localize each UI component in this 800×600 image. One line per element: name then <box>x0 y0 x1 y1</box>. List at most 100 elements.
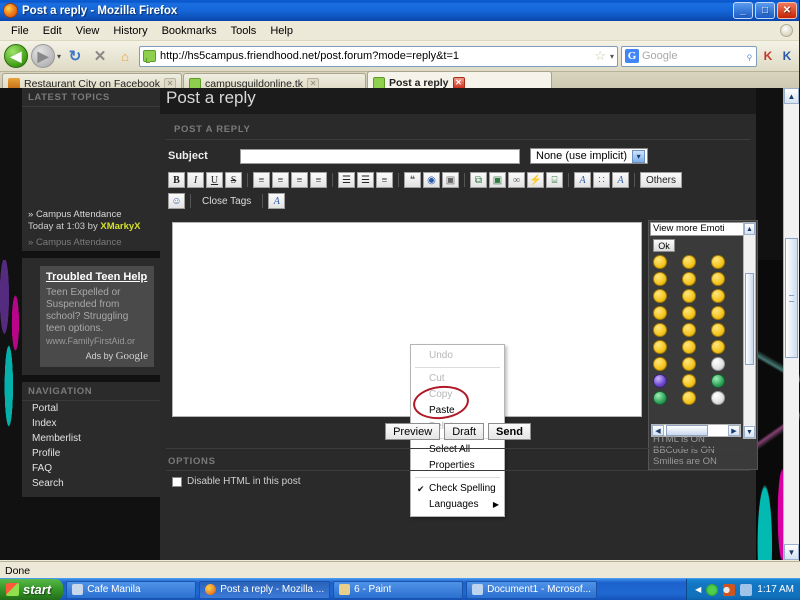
google-icon[interactable]: G <box>625 49 639 63</box>
emoticon-icon[interactable] <box>653 272 667 286</box>
emoticons-title[interactable]: View more Emoti <box>650 222 756 236</box>
emoticon-icon[interactable] <box>682 323 696 337</box>
emoticon-icon[interactable] <box>653 374 667 388</box>
stop-icon[interactable]: ✕ <box>89 45 111 67</box>
emoticon-icon[interactable] <box>682 374 696 388</box>
network-icon[interactable] <box>740 583 753 596</box>
underline-button[interactable]: U <box>206 172 223 188</box>
sidebar-item-portal[interactable]: Portal <box>22 401 160 416</box>
list-item[interactable]: » Campus Attendance Today at 1:03 by XMa… <box>22 207 160 235</box>
send-button[interactable]: Send <box>488 423 531 440</box>
address-bar[interactable]: http://hs5campus.friendhood.net/post.for… <box>139 45 618 67</box>
align-right-button[interactable]: ≡ <box>291 172 308 188</box>
spoiler-button[interactable]: ▣ <box>442 172 459 188</box>
context-menu-item-check-spelling[interactable]: ✔ Check Spelling <box>411 481 504 497</box>
strikethrough-button[interactable]: S <box>225 172 242 188</box>
emoticons-vertical-scrollbar[interactable]: ▲ ▼ <box>743 222 756 439</box>
maximize-button[interactable]: □ <box>755 2 775 19</box>
menu-bookmarks[interactable]: Bookmarks <box>155 23 224 39</box>
emoticon-icon[interactable] <box>653 323 667 337</box>
address-dropdown-icon[interactable]: ▾ <box>610 52 614 61</box>
taskbar-item-firefox[interactable]: Post a reply - Mozilla ... <box>199 580 331 599</box>
update-icon[interactable] <box>706 583 719 596</box>
context-menu-item-select-all[interactable]: Select All <box>411 442 504 458</box>
topic-name[interactable]: Campus Attendance <box>36 209 122 220</box>
volume-icon[interactable] <box>723 583 736 596</box>
emoticon-icon[interactable] <box>653 306 667 320</box>
start-button[interactable]: start <box>0 578 64 600</box>
emoticon-icon[interactable] <box>653 357 667 371</box>
font-color-button[interactable]: ∷ <box>593 172 610 188</box>
page-scrollbar[interactable]: ▲ ▼ <box>783 88 799 560</box>
bookmark-star-icon[interactable]: ☆ <box>594 48 606 64</box>
url-text[interactable]: http://hs5campus.friendhood.net/post.for… <box>160 50 590 62</box>
emoticon-icon[interactable] <box>653 289 667 303</box>
numbered-list-button[interactable]: ☰ <box>357 172 374 188</box>
align-justify-button[interactable]: ≡ <box>310 172 327 188</box>
sidebar-item-profile[interactable]: Profile <box>22 446 160 461</box>
ad-url[interactable]: www.FamilyFirstAid.or <box>46 336 148 346</box>
emoticon-icon[interactable] <box>682 357 696 371</box>
context-menu-item-cut[interactable]: Cut <box>411 371 504 387</box>
sidebar-item-faq[interactable]: FAQ <box>22 461 160 476</box>
insert-link-button[interactable]: ∞ <box>508 172 525 188</box>
align-left-button[interactable]: ≡ <box>253 172 270 188</box>
table-button[interactable]: ⌸ <box>546 172 563 188</box>
bold-button[interactable]: B <box>168 172 185 188</box>
preview-button[interactable]: Preview <box>385 423 441 440</box>
align-center-button[interactable]: ≡ <box>272 172 289 188</box>
emoticon-icon[interactable] <box>682 340 696 354</box>
others-button[interactable]: Others <box>640 172 683 188</box>
toolbar-icon-1[interactable]: K <box>760 49 776 63</box>
emoticon-icon[interactable] <box>653 391 667 405</box>
forward-button[interactable]: ▶ <box>31 44 55 68</box>
reload-icon[interactable]: ↻ <box>64 45 86 67</box>
italic-button[interactable]: I <box>187 172 204 188</box>
context-menu-item-languages[interactable]: Languages ▶ <box>411 497 504 513</box>
toolbar-icon-2[interactable]: K <box>779 49 795 63</box>
menu-file[interactable]: File <box>4 23 36 39</box>
close-tags-button[interactable]: Close Tags <box>196 196 257 207</box>
text-format-button[interactable]: A <box>268 193 286 209</box>
menu-tools[interactable]: Tools <box>224 23 264 39</box>
search-input[interactable]: Google <box>642 50 743 62</box>
message-textarea[interactable] <box>172 222 642 417</box>
subject-input[interactable] <box>240 148 520 164</box>
context-menu-item-undo[interactable]: Undo <box>411 348 504 364</box>
home-icon[interactable]: ⌂ <box>114 45 136 67</box>
emoticon-icon[interactable] <box>682 306 696 320</box>
topic-name[interactable]: Campus Attendance <box>36 237 122 248</box>
insert-image-button[interactable]: ⧉ <box>470 172 487 188</box>
emoticons-ok-button[interactable]: Ok <box>653 239 675 252</box>
tab-close-icon[interactable]: ✕ <box>452 76 465 89</box>
emoticon-icon[interactable] <box>711 306 725 320</box>
ad-inner[interactable]: Troubled Teen Help Teen Expelled or Susp… <box>40 266 154 367</box>
scroll-up-icon[interactable]: ▲ <box>784 88 799 104</box>
sidebar-item-search[interactable]: Search <box>22 476 160 491</box>
menu-history[interactable]: History <box>106 23 154 39</box>
scroll-up-icon[interactable]: ▲ <box>744 223 755 235</box>
sidebar-item-index[interactable]: Index <box>22 416 160 431</box>
flash-button[interactable]: ⚡ <box>527 172 544 188</box>
tray-expand-icon[interactable]: ◀ <box>695 585 701 594</box>
smiley-button[interactable]: ☺ <box>168 193 185 209</box>
ad-title[interactable]: Troubled Teen Help <box>46 271 148 284</box>
option-row[interactable]: Disable HTML in this post <box>172 476 301 487</box>
search-bar[interactable]: G Google ⌕ <box>621 45 757 67</box>
code-button[interactable]: ◉ <box>423 172 440 188</box>
quote-button[interactable]: ❝ <box>404 172 421 188</box>
topic-author[interactable]: XMarkyX <box>100 221 140 232</box>
topic-icon-select[interactable]: None (use implicit) ▾ <box>530 148 649 164</box>
menu-edit[interactable]: Edit <box>36 23 69 39</box>
search-icon[interactable]: ⌕ <box>742 48 757 63</box>
minimize-button[interactable]: _ <box>733 2 753 19</box>
emoticon-icon[interactable] <box>682 255 696 269</box>
clock[interactable]: 1:17 AM <box>757 584 794 595</box>
emoticon-icon[interactable] <box>682 272 696 286</box>
taskbar-item-cafe-manila[interactable]: Cafe Manila <box>66 580 197 599</box>
scrollbar-thumb[interactable] <box>785 238 798 358</box>
scroll-down-icon[interactable]: ▼ <box>784 544 799 560</box>
scrollbar-thumb[interactable] <box>745 273 754 365</box>
sidebar-item-memberlist[interactable]: Memberlist <box>22 431 160 446</box>
chevron-down-icon[interactable]: ▾ <box>57 52 61 61</box>
